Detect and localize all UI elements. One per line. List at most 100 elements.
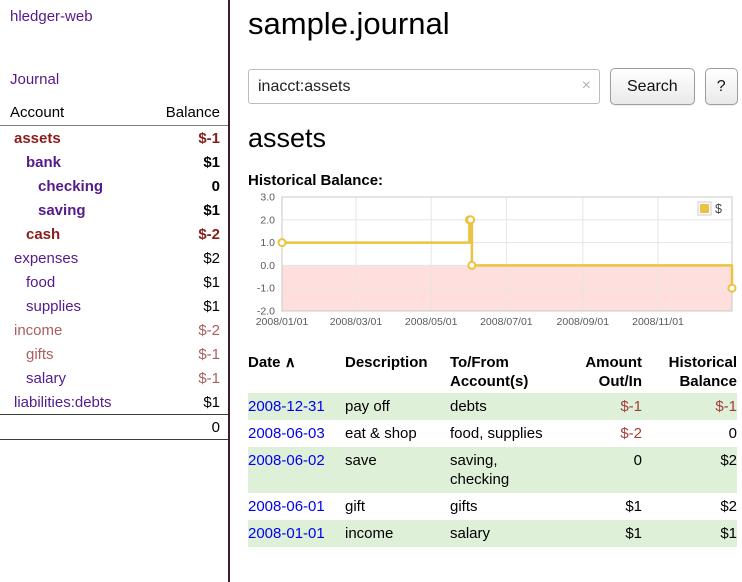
svg-text:2.0: 2.0 [260,214,275,226]
date-link[interactable]: 2008-01-01 [248,525,325,542]
svg-text:$: $ [715,202,722,216]
help-button[interactable]: ? [705,68,738,105]
chart-title: Historical Balance: [248,172,742,189]
accounts-total-row: 0 [0,414,228,440]
amount-cell: $1 [580,493,642,520]
account-link-food[interactable]: food [10,273,55,292]
header-accounts: To/From Account(s) [450,351,580,393]
account-row: gifts $-1 [0,342,228,366]
svg-text:2008/01/01: 2008/01/01 [256,316,309,328]
balance-cell: 0 [642,420,737,447]
description-cell: eat & shop [345,420,450,447]
date-link[interactable]: 2008-06-01 [248,498,325,515]
balance-cell: $1 [642,520,737,547]
description-cell: save [345,447,450,493]
svg-text:2008/07/01: 2008/07/01 [480,316,533,328]
register-table: Date ∧ Description To/From Account(s) Am… [248,351,737,547]
accounts-cell: debts [450,393,580,420]
account-row: income $-2 [0,318,228,342]
sort-ascending-icon: ∧ [285,354,296,371]
account-balance: $1 [203,201,220,220]
account-link-expenses[interactable]: expenses [10,249,78,268]
search-input[interactable] [248,69,600,104]
search-box: × [248,69,600,104]
search-bar: × Search ? [248,68,742,105]
accounts-panel: Account Balance assets $-1 bank $1 check… [0,102,228,440]
accounts-cell: food, supplies [450,420,580,447]
account-link-saving[interactable]: saving [10,201,86,220]
account-link-supplies[interactable]: supplies [10,297,81,316]
app-title-link[interactable]: hledger-web [10,8,220,25]
account-link-gifts[interactable]: gifts [10,345,54,364]
search-button[interactable]: Search [610,68,695,105]
register-row: 2008-06-02 save saving, checking 0 $2 [248,447,737,493]
account-link-checking[interactable]: checking [10,177,103,196]
account-balance: $2 [203,249,220,268]
account-balance: $-1 [198,345,220,364]
account-row: assets $-1 [0,126,228,150]
balance-cell: $2 [642,493,737,520]
accounts-total-value: 0 [212,418,220,437]
description-cell: income [345,520,450,547]
amount-cell: 0 [580,447,642,493]
account-row: checking 0 [0,174,228,198]
header-amount: Amount Out/In [580,351,642,393]
amount-cell: $-2 [580,420,642,447]
account-balance: $-2 [198,225,220,244]
accounts-header-balance: Balance [166,104,220,121]
description-cell: pay off [345,393,450,420]
svg-text:2008/03/01: 2008/03/01 [330,316,383,328]
balance-cell: $-1 [642,393,737,420]
account-balance: $-1 [198,369,220,388]
account-balance: $1 [203,153,220,172]
amount-cell: $1 [580,520,642,547]
svg-text:0.0: 0.0 [260,260,275,272]
svg-text:2008/09/01: 2008/09/01 [557,316,610,328]
register-row: 2008-01-01 income salary $1 $1 [248,520,737,547]
account-link-income[interactable]: income [10,321,62,340]
account-link-cash[interactable]: cash [10,225,60,244]
account-row: cash $-2 [0,222,228,246]
account-row: liabilities:debts $1 [0,390,228,414]
account-balance: $1 [203,393,220,412]
nav-journal-link[interactable]: Journal [10,71,220,88]
accounts-cell: salary [450,520,580,547]
sidebar: hledger-web Journal Account Balance asse… [0,0,230,582]
date-link[interactable]: 2008-12-31 [248,398,325,415]
date-link[interactable]: 2008-06-03 [248,425,325,442]
account-row: bank $1 [0,150,228,174]
account-balance: $-2 [198,321,220,340]
account-row: supplies $1 [0,294,228,318]
account-balance: 0 [212,177,220,196]
accounts-cell: gifts [450,493,580,520]
clear-search-icon[interactable]: × [582,77,591,95]
header-date[interactable]: Date ∧ [248,351,345,393]
main-content: sample.journal × Search ? assets Histori… [232,0,742,547]
account-link-assets[interactable]: assets [10,129,61,148]
account-link-salary[interactable]: salary [10,369,66,388]
account-link-liabilities-debts[interactable]: liabilities:debts [10,393,112,412]
svg-text:2008/11/01: 2008/11/01 [632,316,684,328]
accounts-table-header: Account Balance [0,102,228,126]
page-title: sample.journal [248,6,742,42]
svg-text:1.0: 1.0 [260,237,275,249]
account-row: saving $1 [0,198,228,222]
svg-text:3.0: 3.0 [260,193,275,204]
register-row: 2008-06-03 eat & shop food, supplies $-2… [248,420,737,447]
account-row: expenses $2 [0,246,228,270]
account-row: food $1 [0,270,228,294]
register-row: 2008-06-01 gift gifts $1 $2 [248,493,737,520]
account-row: salary $-1 [0,366,228,390]
svg-text:2008/05/01: 2008/05/01 [405,316,458,328]
date-link[interactable]: 2008-06-02 [248,452,325,469]
historical-balance-chart: 3.02.01.00.0-1.0-2.02008/01/012008/03/01… [248,193,740,335]
register-row: 2008-12-31 pay off debts $-1 $-1 [248,393,737,420]
account-balance: $1 [203,273,220,292]
header-balance: Historical Balance [642,351,737,393]
account-balance: $1 [203,297,220,316]
account-link-bank[interactable]: bank [10,153,61,172]
register-header-row: Date ∧ Description To/From Account(s) Am… [248,351,737,393]
amount-cell: $-1 [580,393,642,420]
accounts-header-account: Account [10,104,64,121]
svg-text:-1.0: -1.0 [257,283,275,295]
